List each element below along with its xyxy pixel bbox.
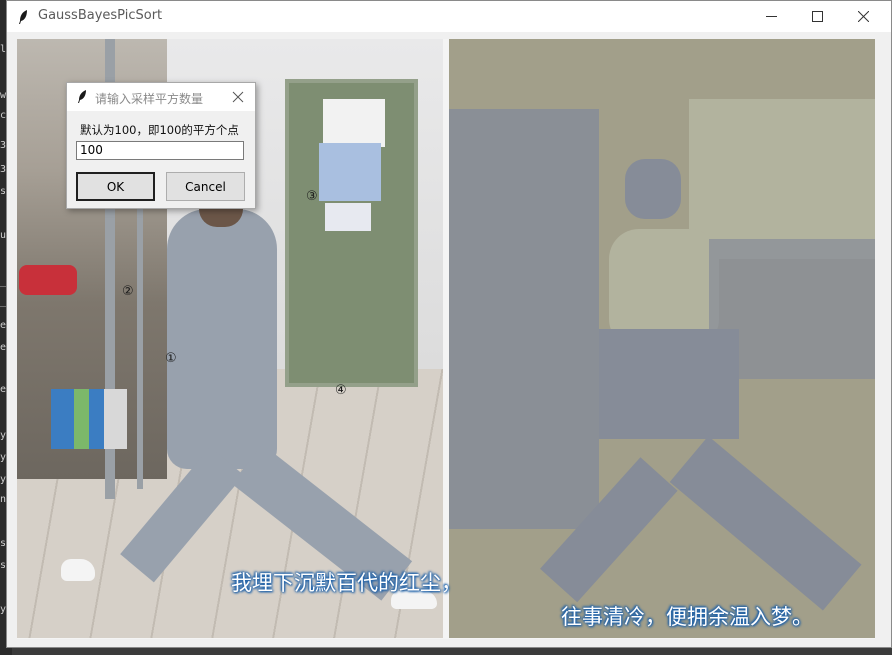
minimize-icon [765,16,777,17]
processed-floor-shadow [709,239,875,379]
calendar-poster [319,143,381,201]
processed-right-leg [669,436,862,611]
region-marker-3: ③ [306,189,318,204]
dialog-titlebar[interactable]: 请输入采样平方数量 [67,83,255,111]
processed-head [625,159,681,219]
close-icon [857,11,869,22]
close-icon[interactable] [230,89,246,105]
ok-button[interactable]: OK [76,172,155,201]
dialog-prompt: 默认为100，即100的平方个点 [80,123,239,137]
processed-wall [689,99,875,259]
red-bag [19,265,77,295]
window-title: GaussBayesPicSort [38,8,163,23]
minimize-button[interactable] [748,1,794,32]
processed-bunk [449,109,599,529]
region-marker-1: ① [165,351,177,366]
bunk-post [137,189,143,489]
detergent-bottles [51,389,127,449]
door-notice [325,203,371,231]
sample-count-dialog: 请输入采样平方数量 默认为100，即100的平方个点 100 OK Cancel [66,82,256,209]
door-poster [323,99,385,147]
feather-icon [19,10,27,24]
cancel-button[interactable]: Cancel [166,172,245,201]
feather-icon [78,90,86,103]
maximize-button[interactable] [794,1,840,32]
person-left-shoe [61,559,95,581]
subtitle-line-2: 往事清冷，便拥余温入梦。 [561,605,813,629]
processed-photo [449,39,875,638]
sample-count-input[interactable]: 100 [76,141,244,160]
dialog-title: 请输入采样平方数量 [95,92,204,106]
close-button[interactable] [840,1,886,32]
window-titlebar[interactable]: GaussBayesPicSort [7,1,891,32]
region-marker-4: ④ [335,383,347,398]
person-torso [167,209,277,469]
region-marker-2: ② [122,284,134,299]
maximize-icon [811,11,823,22]
subtitle-line-1: 我埋下沉默百代的红尘， [231,571,462,595]
